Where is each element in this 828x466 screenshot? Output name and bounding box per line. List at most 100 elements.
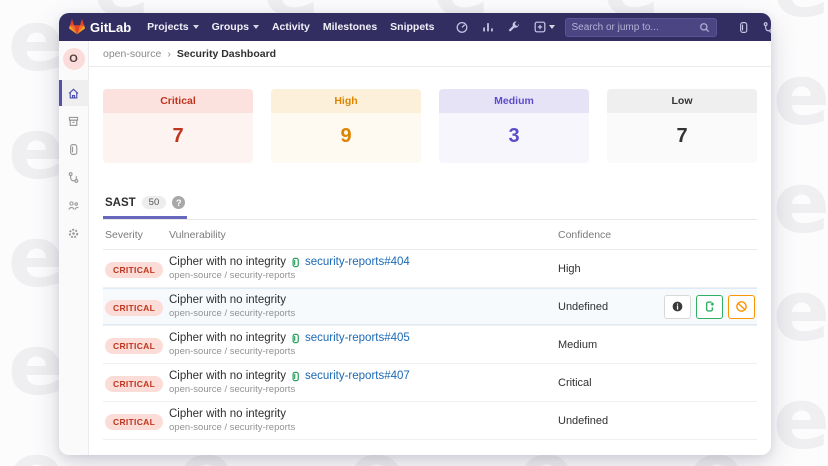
chevron-down-icon [549, 25, 555, 29]
confidence-value: Critical [558, 377, 592, 389]
issue-created-icon [290, 333, 301, 344]
dismiss-button[interactable] [728, 295, 755, 319]
severity-card-critical[interactable]: Critical 7 [103, 89, 253, 163]
vulnerability-project: open-source / security-reports [169, 270, 558, 281]
dashboard-icon[interactable] [455, 20, 469, 34]
sidebar-item-settings[interactable] [59, 220, 89, 246]
severity-card-medium[interactable]: Medium 3 [439, 89, 589, 163]
issue-link[interactable]: security-reports#407 [305, 370, 410, 382]
table-header: Severity Vulnerability Confidence [103, 220, 757, 250]
breadcrumb-project-link[interactable]: open-source [103, 48, 161, 60]
breadcrumb-separator: › [167, 48, 171, 60]
nav-item-milestones[interactable]: Milestones [323, 21, 377, 33]
nav-item-groups[interactable]: Groups [212, 21, 259, 33]
nav-item-snippets[interactable]: Snippets [390, 21, 434, 33]
vulnerability-title: Cipher with no integrity [169, 408, 558, 420]
sidebar-item-issues[interactable] [59, 136, 89, 162]
severity-card-high[interactable]: High 9 [271, 89, 421, 163]
column-vulnerability: Vulnerability [169, 229, 558, 241]
severity-badge: CRITICAL [105, 300, 163, 316]
table-row[interactable]: CRITICAL Cipher with no integrity securi… [103, 326, 757, 364]
issue-created-icon [290, 257, 301, 268]
gitlab-logo[interactable]: GitLab [69, 19, 131, 35]
severity-card-label: High [271, 89, 421, 113]
confidence-value: Medium [558, 339, 597, 351]
sidebar-item-members[interactable] [59, 192, 89, 218]
severity-card-count: 7 [103, 113, 253, 163]
global-search[interactable] [565, 18, 717, 37]
new-menu-icon[interactable] [533, 20, 555, 34]
project-avatar[interactable]: O [63, 48, 85, 70]
top-navbar: GitLab Projects Groups Activity Mileston… [59, 13, 771, 41]
info-icon [671, 300, 684, 313]
report-tabs: SAST 50 ? [103, 187, 757, 220]
nav-icon-group-left [455, 20, 555, 34]
sidebar-item-repository[interactable] [59, 108, 89, 134]
severity-card-label: Medium [439, 89, 589, 113]
confidence-value: High [558, 263, 581, 275]
brand-name: GitLab [90, 20, 131, 35]
issue-link[interactable]: security-reports#404 [305, 256, 410, 268]
issue-link[interactable]: security-reports#405 [305, 332, 410, 344]
vulnerability-title: Cipher with no integrity security-report… [169, 370, 558, 382]
dismiss-icon [735, 300, 748, 313]
project-sidebar: O [59, 41, 89, 455]
nav-item-activity[interactable]: Activity [272, 21, 310, 33]
chevron-down-icon [193, 25, 199, 29]
chevron-down-icon [253, 25, 259, 29]
home-icon [67, 87, 80, 100]
severity-badge: CRITICAL [105, 338, 163, 354]
search-input[interactable] [572, 22, 695, 33]
severity-card-count: 3 [439, 113, 589, 163]
table-row[interactable]: CRITICAL Cipher with no integrity securi… [103, 250, 757, 288]
table-row[interactable]: CRITICAL Cipher with no integrity open-s… [103, 402, 757, 440]
vulnerability-project: open-source / security-reports [169, 346, 558, 357]
vulnerability-title: Cipher with no integrity security-report… [169, 332, 558, 344]
vulnerability-project: open-source / security-reports [169, 308, 558, 319]
tab-sast[interactable]: SAST 50 ? [103, 187, 187, 219]
settings-icon [67, 227, 80, 240]
members-icon [67, 199, 80, 212]
sidebar-item-home[interactable] [59, 80, 89, 106]
vulnerability-project: open-source / security-reports [169, 384, 558, 395]
page-title: Security Dashboard [177, 48, 276, 60]
activity-chart-icon[interactable] [481, 20, 495, 34]
severity-card-count: 9 [271, 113, 421, 163]
merge-request-icon[interactable] [762, 21, 772, 34]
nav-icon-group-right: 1 ? [737, 20, 772, 34]
create-issue-icon [703, 300, 716, 313]
vulnerability-title: Cipher with no integrity security-report… [169, 256, 558, 268]
nav-menu: Projects Groups Activity Milestones Snip… [147, 21, 434, 33]
repository-icon [67, 115, 80, 128]
severity-badge: CRITICAL [105, 262, 163, 278]
severity-summary: Critical 7 High 9 Medium 3 Low 7 [103, 89, 757, 163]
issues-icon[interactable] [737, 21, 750, 34]
vulnerability-project: open-source / security-reports [169, 422, 558, 433]
table-row[interactable]: CRITICAL Cipher with no integrity open-s… [103, 288, 757, 326]
tab-count-badge: 50 [142, 196, 167, 209]
nav-item-projects[interactable]: Projects [147, 21, 198, 33]
table-row[interactable]: CRITICAL Cipher with no integrity securi… [103, 364, 757, 402]
merge-requests-icon [67, 171, 80, 184]
admin-wrench-icon[interactable] [507, 20, 521, 34]
severity-card-label: Low [607, 89, 757, 113]
help-question-icon[interactable]: ? [172, 196, 185, 209]
tab-label: SAST [105, 197, 136, 209]
info-button[interactable] [664, 295, 691, 319]
breadcrumb: open-source › Security Dashboard [89, 41, 771, 67]
severity-card-low[interactable]: Low 7 [607, 89, 757, 163]
row-actions [664, 295, 755, 319]
severity-card-count: 7 [607, 113, 757, 163]
sidebar-item-merge-requests[interactable] [59, 164, 89, 190]
confidence-value: Undefined [558, 415, 608, 427]
confidence-value: Undefined [558, 301, 608, 313]
column-confidence: Confidence [558, 229, 755, 241]
vulnerability-title: Cipher with no integrity [169, 294, 558, 306]
issues-icon [67, 143, 80, 156]
create-issue-button[interactable] [696, 295, 723, 319]
severity-badge: CRITICAL [105, 376, 163, 392]
app-window: GitLab Projects Groups Activity Mileston… [59, 13, 771, 455]
severity-card-label: Critical [103, 89, 253, 113]
severity-badge: CRITICAL [105, 414, 163, 430]
column-severity: Severity [105, 229, 169, 241]
